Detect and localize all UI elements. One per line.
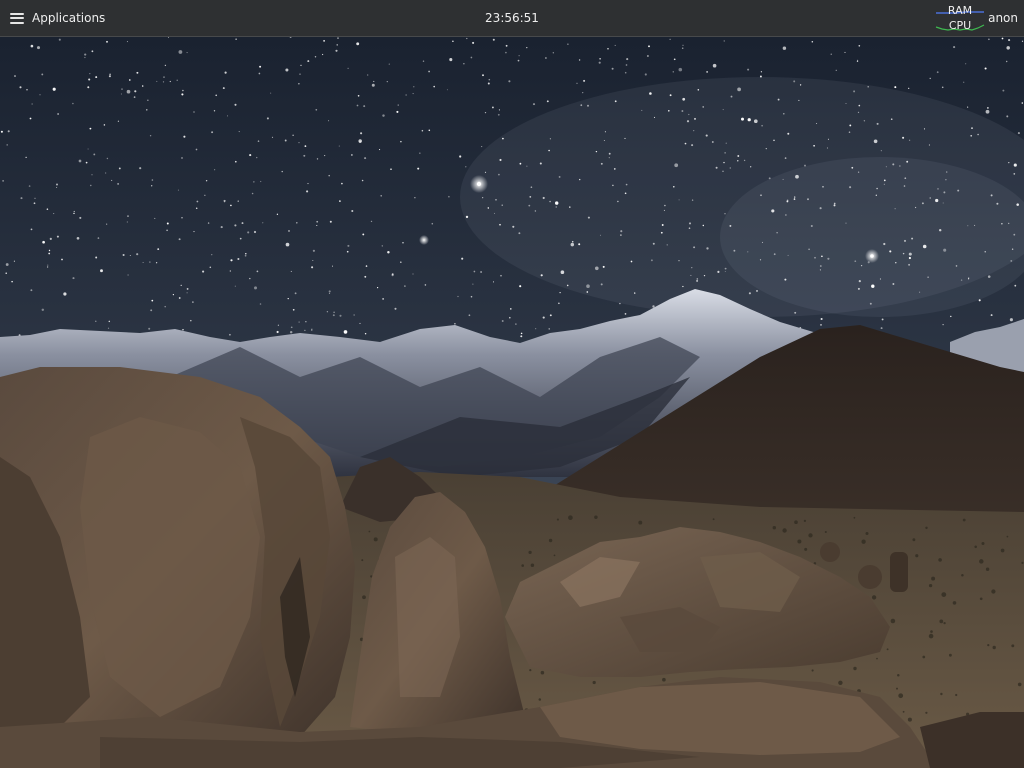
hamburger-menu-icon [10, 12, 24, 24]
wallpaper-image [0, 37, 1024, 768]
cpu-label: CPU [948, 19, 972, 32]
ram-label: RAM [947, 4, 973, 17]
applications-label: Applications [32, 11, 106, 25]
system-monitor-widget[interactable]: RAM CPU [934, 3, 986, 33]
user-menu-button[interactable]: anon [986, 4, 1020, 32]
panel-clock[interactable]: 23:56:51 [452, 0, 572, 37]
applications-menu-button[interactable]: Applications [4, 4, 113, 32]
desktop: Applications 23:56:51 RAM CPU anon [0, 0, 1024, 768]
top-panel: Applications 23:56:51 RAM CPU anon [0, 0, 1024, 37]
